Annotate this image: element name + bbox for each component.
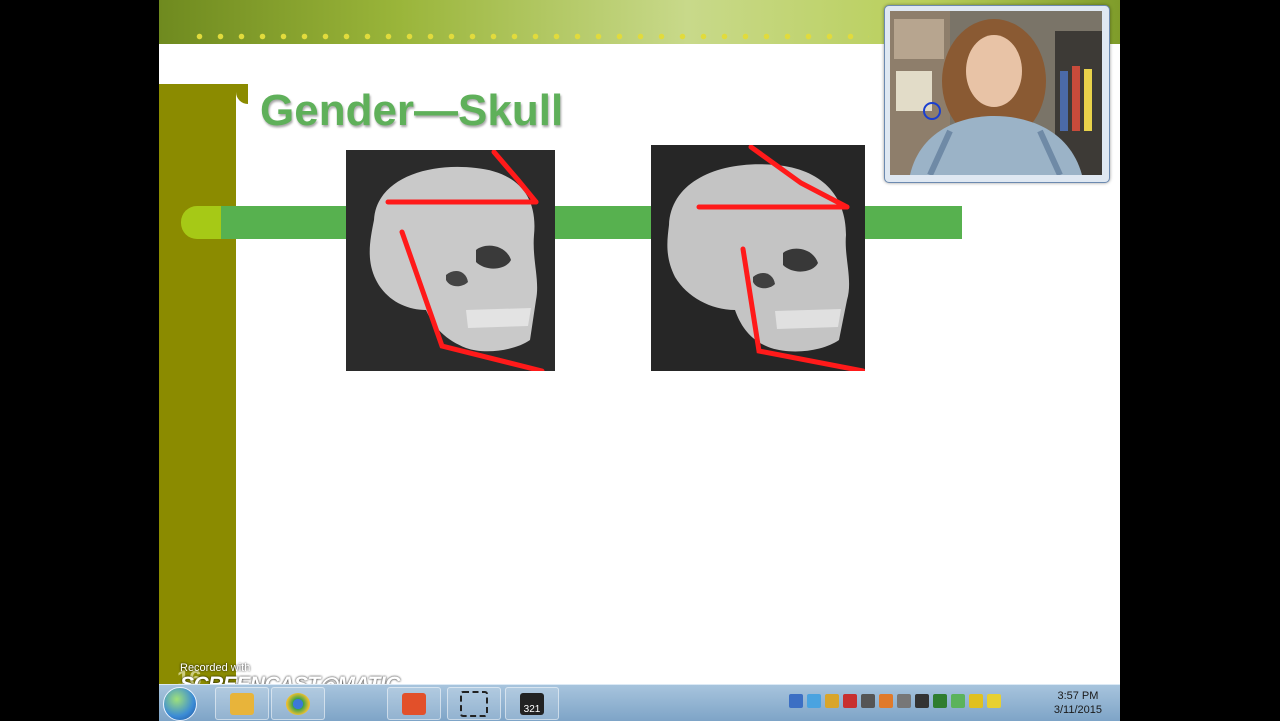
taskbar-screencast-button[interactable] xyxy=(387,687,441,720)
office-tray-icon[interactable] xyxy=(879,694,893,708)
slide-title: Gender—Skull xyxy=(260,86,564,135)
device-icon[interactable] xyxy=(915,694,929,708)
clock-time: 3:57 PM xyxy=(1057,690,1099,702)
presenter-video-frame xyxy=(890,11,1102,175)
skull-image-2 xyxy=(651,145,865,371)
chrome-icon xyxy=(286,692,310,715)
folder-icon xyxy=(230,692,254,715)
skull-illustration-1 xyxy=(346,150,555,371)
clock-date: 3/11/2015 xyxy=(1053,704,1102,716)
taskbar-video-button[interactable]: 321 xyxy=(505,687,559,720)
security-check-icon[interactable] xyxy=(951,694,965,708)
capture-region-icon xyxy=(460,690,488,717)
system-tray xyxy=(789,694,1001,708)
antivirus-icon[interactable] xyxy=(843,694,857,708)
search-tray-icon[interactable] xyxy=(807,694,821,708)
webcam-feed xyxy=(890,11,1102,175)
notification-icon[interactable] xyxy=(969,694,983,708)
video-clapper-icon: 321 xyxy=(520,692,544,715)
volume-icon[interactable] xyxy=(861,694,875,708)
skull-image-1 xyxy=(346,150,555,371)
tray-app-icon[interactable] xyxy=(825,694,839,708)
screencast-icon xyxy=(402,692,426,715)
taskbar-clock[interactable]: 3:57 PM 3/11/2015 xyxy=(1054,689,1102,717)
taskbar-capture-button[interactable] xyxy=(447,687,501,720)
shield-icon[interactable] xyxy=(987,694,1001,708)
start-button[interactable] xyxy=(163,687,197,721)
skull-illustration-2 xyxy=(651,145,865,371)
taskbar-chrome-button[interactable] xyxy=(271,687,325,720)
slide-left-sidebar xyxy=(159,84,236,684)
windows-taskbar: 321 3:57 PM 3/11/2015 xyxy=(159,684,1120,721)
network-manager-icon[interactable] xyxy=(789,694,803,708)
printer-icon[interactable] xyxy=(897,694,911,708)
webcam-overlay[interactable] xyxy=(884,5,1110,183)
taskbar-folder-button[interactable] xyxy=(215,687,269,720)
signal-icon[interactable] xyxy=(933,694,947,708)
